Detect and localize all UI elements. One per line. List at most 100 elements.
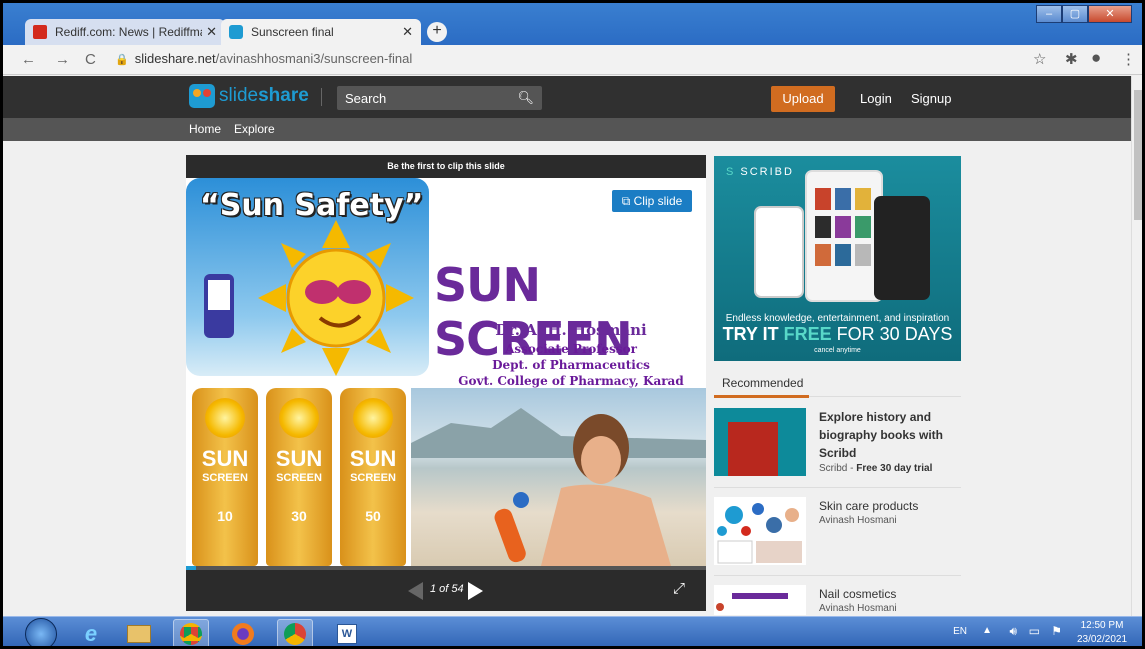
recommended-label: Recommended <box>722 376 804 390</box>
clip-slide-label: Clip slide <box>633 194 683 208</box>
book-cover-icon <box>728 422 778 476</box>
nav-explore[interactable]: Explore <box>234 122 275 136</box>
forward-icon[interactable]: → <box>55 51 70 68</box>
network-icon[interactable]: ▭ <box>1029 624 1040 638</box>
signup-link[interactable]: Signup <box>911 91 951 106</box>
logo-share-text: share <box>258 85 309 106</box>
tab-title: Sunscreen final <box>251 25 334 39</box>
slide-player: Be the first to clip this slide “Sun Saf… <box>186 155 706 611</box>
clip-icon: ⧉ <box>621 194 634 208</box>
action-center-flag-icon[interactable]: ⚑ <box>1051 624 1062 638</box>
search-box: 🔍︎ <box>337 86 542 110</box>
recommended-subtitle: Scribd - Free 30 day trial <box>819 463 932 474</box>
recommended-title: Explore history and biography books with… <box>819 410 944 460</box>
fullscreen-icon[interactable]: ⤢ <box>673 580 685 597</box>
close-window-button[interactable]: ✕ <box>1088 5 1132 23</box>
recommended-subtitle: Avinash Hosmani <box>819 515 897 526</box>
windows-taskbar: e W EN ▲ 🔊︎ ▭ ⚑ 12:50 PM 23/02/2021 <box>3 616 1142 646</box>
clock[interactable]: 12:50 PM 23/02/2021 <box>1072 619 1132 646</box>
recommended-item[interactable]: Skin care products Avinash Hosmani <box>714 497 961 565</box>
scrollbar-thumb[interactable] <box>1134 90 1142 220</box>
divider <box>714 575 961 576</box>
slideshare-logo[interactable]: slideshare <box>189 84 309 108</box>
tube-label: SCREEN <box>350 472 396 484</box>
nav-home[interactable]: Home <box>189 122 221 136</box>
word-icon[interactable]: W <box>329 619 365 646</box>
recommended-item[interactable]: Explore history and biography books with… <box>714 408 961 480</box>
chrome-icon[interactable] <box>173 619 209 646</box>
tube-spf: 30 <box>291 508 307 524</box>
new-tab-button[interactable]: + <box>427 22 447 42</box>
rediff-favicon-icon <box>33 25 47 39</box>
profile-icon[interactable]: ● <box>1091 48 1101 68</box>
scribd-ad[interactable]: S SCRIBD Endless knowledge, entertainmen… <box>714 156 961 361</box>
slide-college: Govt. College of Pharmacy, Karad <box>458 374 684 388</box>
book-covers-icon <box>815 188 871 266</box>
menu-icon[interactable]: ⋮ <box>1121 50 1136 68</box>
tube-label: SCREEN <box>276 472 322 484</box>
close-tab-icon[interactable]: ✕ <box>206 24 217 40</box>
file-explorer-icon[interactable] <box>121 619 157 646</box>
url-path: /avinashhosmani3/sunscreen-final <box>215 51 413 66</box>
vertical-scrollbar[interactable] <box>1131 76 1142 616</box>
sub-navigation: Home Explore <box>3 118 1142 141</box>
scribd-brand: S SCRIBD <box>726 166 794 178</box>
sun-icon <box>353 398 393 438</box>
back-icon[interactable]: ← <box>21 51 36 68</box>
header-divider <box>321 88 322 106</box>
upload-button[interactable]: Upload <box>771 86 835 112</box>
previous-slide-icon[interactable] <box>408 582 423 600</box>
recommended-item[interactable]: Nail cosmetics Avinash Hosmani <box>714 585 961 615</box>
slide-image: “Sun Safety” ⧉ Clip slide SUN SCREEN Dr.… <box>186 178 706 566</box>
recommended-title: Skin care products <box>819 499 919 513</box>
ad-cancel: cancel anytime <box>814 347 861 354</box>
clock-date: 23/02/2021 <box>1076 634 1128 645</box>
scribd-logo-icon: S <box>726 166 741 178</box>
start-button[interactable] <box>25 618 57 646</box>
recommended-thumbnail <box>714 497 806 565</box>
extensions-icon[interactable]: ✱ <box>1065 50 1078 68</box>
rec-sub-prefix: Scribd - <box>819 463 857 474</box>
recommended-subtitle: Avinash Hosmani <box>819 603 897 614</box>
tube-label: SUN <box>275 446 323 471</box>
recommended-thumbnail <box>714 408 806 476</box>
tab-sunscreen[interactable]: Sunscreen final ✕ <box>221 19 421 45</box>
cta-rest: FOR 30 DAYS <box>836 324 953 344</box>
internet-explorer-icon[interactable]: e <box>73 619 109 646</box>
language-indicator[interactable]: EN <box>953 626 967 637</box>
firefox-icon[interactable] <box>225 619 261 646</box>
recommended-title: Nail cosmetics <box>819 587 897 601</box>
tab-rediff[interactable]: Rediff.com: News | Rediffmail | St... ✕ <box>25 19 225 45</box>
login-link[interactable]: Login <box>860 91 892 106</box>
search-input[interactable] <box>345 89 515 107</box>
bookmark-star-icon[interactable]: ☆ <box>1033 50 1046 68</box>
sun-icon <box>279 398 319 438</box>
recommended-tab[interactable]: Recommended <box>714 369 961 398</box>
volume-icon[interactable]: 🔊︎ <box>1009 624 1017 639</box>
minimize-button[interactable]: – <box>1036 5 1062 23</box>
sunscreen-tubes-image: SUN SCREEN 10 SUN SCREEN 30 SUN SCREEN 5… <box>186 388 411 566</box>
player-controls: 1 of 54 ⤢ <box>186 570 706 611</box>
page-indicator: 1 of 54 <box>430 583 464 595</box>
site-header: slideshare 🔍︎ Upload Login Signup <box>3 76 1142 118</box>
maximize-button[interactable]: ▢ <box>1062 5 1088 23</box>
cta-try: TRY IT <box>722 324 779 344</box>
close-tab-icon[interactable]: ✕ <box>402 24 413 40</box>
rec-sub-bold: Free 30 day trial <box>856 463 933 474</box>
search-icon[interactable]: 🔍︎ <box>517 90 534 106</box>
chrome-icon[interactable] <box>277 619 313 646</box>
next-slide-icon[interactable] <box>468 582 483 600</box>
tube-spf: 50 <box>365 508 381 524</box>
address-bar[interactable]: 🔒 slideshare.net/avinashhosmani3/sunscree… <box>115 51 412 66</box>
reload-icon[interactable]: C <box>85 51 96 68</box>
phone-icon <box>874 196 930 300</box>
show-hidden-icons-icon[interactable]: ▲ <box>982 625 992 636</box>
tab-underline <box>714 395 809 398</box>
slide-role: Associate Professor <box>505 342 637 356</box>
sun-icon <box>205 398 245 438</box>
phone-icon <box>754 206 804 298</box>
sunscreen-tube: SUN SCREEN 50 <box>340 388 406 566</box>
clip-slide-button[interactable]: ⧉ Clip slide <box>612 190 692 212</box>
ad-cta: TRY IT FREE FOR 30 DAYS <box>714 324 961 345</box>
recommended-thumbnail <box>714 585 806 615</box>
